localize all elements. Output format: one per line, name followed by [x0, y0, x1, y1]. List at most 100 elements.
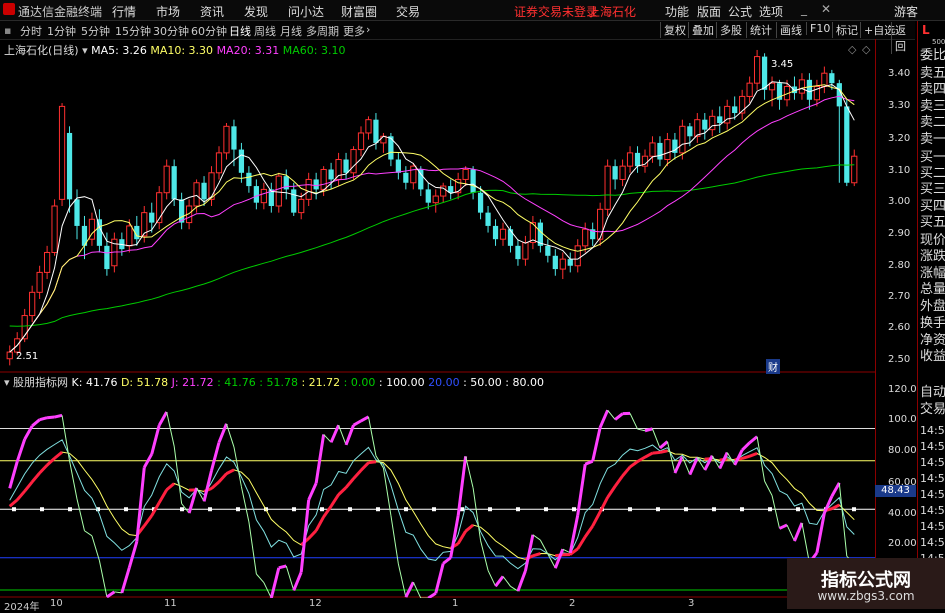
j-segment	[55, 415, 62, 417]
quote-item[interactable]: 收益	[920, 349, 945, 364]
level-50-marker	[432, 507, 436, 511]
candle-body	[523, 243, 528, 260]
j-segment	[25, 426, 32, 439]
price-tick: 3.40	[888, 68, 910, 79]
candle-body	[231, 126, 236, 149]
candle-body	[411, 166, 416, 183]
candle-body	[769, 83, 774, 90]
j-segment	[548, 554, 555, 568]
candle-body	[403, 173, 408, 183]
diamond-icon[interactable]: ◇	[848, 43, 856, 56]
candle-body	[612, 166, 617, 179]
high-price-label: 3.45	[771, 59, 793, 70]
candle-body	[493, 226, 498, 239]
date-tick: 3	[688, 598, 694, 609]
level-50-marker	[796, 507, 800, 511]
j-segment	[615, 414, 622, 420]
quote-item[interactable]: 涨幅	[920, 266, 945, 281]
user-label[interactable]: 游客	[894, 3, 918, 20]
financial-marker[interactable]: 财	[766, 359, 780, 374]
j-segment	[458, 456, 465, 515]
kline-chart[interactable]	[0, 0, 875, 598]
quote-item[interactable]: 换手	[920, 316, 945, 331]
date-tick: 11	[164, 598, 177, 609]
auto-trade[interactable]: 交易	[920, 402, 945, 417]
candle-body	[224, 126, 229, 153]
quote-sidebar: L 500 委比 卖五 卖四 卖三 卖二 卖一 买一 买二 买三 买四 买五 现…	[917, 21, 945, 609]
d-strong-segment	[324, 506, 331, 517]
indicator-settings-icon[interactable]: ▾	[4, 376, 10, 389]
candle-body	[299, 199, 304, 212]
price-axis: 3.40 3.30 3.20 3.10 3.00 2.90 2.80 2.70 …	[875, 39, 916, 599]
indicator-name: 股朋指标网	[13, 376, 68, 389]
ma10-label: MA10: 3.30	[150, 44, 213, 57]
candle-body	[321, 169, 326, 189]
d-strong-segment	[339, 488, 346, 495]
chart-title: 上海石化(日线)	[4, 44, 79, 57]
quote-item[interactable]: 外盘	[920, 299, 945, 314]
level-50-marker	[320, 507, 324, 511]
candle-body	[463, 169, 468, 179]
indicator-tick: 40.00	[888, 508, 917, 519]
d-strong-segment	[226, 470, 233, 474]
quote-item[interactable]: 净资	[920, 333, 945, 348]
quote-item[interactable]: 总量	[920, 282, 945, 297]
candle-body	[127, 226, 132, 246]
quote-item[interactable]: 卖一	[920, 132, 945, 147]
quote-item[interactable]: 涨跌	[920, 249, 945, 264]
j-segment	[309, 483, 316, 500]
candle-body	[560, 259, 565, 269]
candle-body	[545, 246, 550, 256]
indicator-tick: 100.0	[888, 414, 917, 425]
current-indicator-badge: 48.43	[875, 485, 916, 497]
d-strong-segment	[660, 451, 667, 453]
d-strong-segment	[144, 516, 151, 526]
j-segment	[361, 417, 368, 421]
j-segment	[630, 413, 637, 429]
candle-body	[164, 166, 169, 193]
quote-item[interactable]: 买三	[920, 182, 945, 197]
auto-trade[interactable]: 自动	[920, 385, 945, 400]
quote-item[interactable]: 卖五	[920, 66, 945, 81]
j-segment	[794, 523, 801, 541]
quote-item[interactable]: 买五	[920, 215, 945, 230]
expand-icon[interactable]: ◇	[862, 43, 870, 56]
quote-item[interactable]: 买一	[920, 150, 945, 165]
d-strong-segment	[25, 482, 32, 491]
candle-body	[194, 183, 199, 206]
d-strong-segment	[645, 453, 652, 457]
quote-item[interactable]: 现价	[920, 233, 945, 248]
j-segment	[496, 576, 503, 586]
candle-body	[508, 229, 513, 246]
j-segment	[129, 542, 136, 568]
candle-body	[687, 126, 692, 136]
candle-body	[717, 116, 722, 123]
j-segment	[286, 566, 293, 590]
d-strong-segment	[623, 467, 630, 476]
candle-body	[620, 166, 625, 179]
indicator-tick: 120.0	[888, 384, 917, 395]
level-50-marker	[684, 507, 688, 511]
candle-body	[336, 160, 341, 180]
candle-body	[172, 166, 177, 199]
quote-item[interactable]: 卖四	[920, 82, 945, 97]
d-strong-segment	[630, 462, 637, 467]
tick-time: 14:56	[920, 439, 945, 454]
j-segment	[256, 574, 263, 583]
candle-body	[291, 189, 296, 212]
d-strong-segment	[10, 500, 17, 506]
candle-body	[627, 153, 632, 166]
candle-body	[59, 106, 64, 199]
j-segment	[197, 488, 204, 502]
quote-item[interactable]: 卖二	[920, 115, 945, 130]
j-segment	[488, 570, 495, 586]
candle-body	[680, 126, 685, 153]
quote-item[interactable]: 买四	[920, 199, 945, 214]
settings-icon[interactable]: ▾	[82, 44, 88, 57]
quote-item[interactable]: 卖三	[920, 99, 945, 114]
j-segment	[17, 439, 24, 461]
candle-body	[515, 246, 520, 259]
d-strong-segment	[533, 554, 540, 556]
quote-item[interactable]: 委比	[920, 48, 945, 63]
quote-item[interactable]: 买二	[920, 166, 945, 181]
